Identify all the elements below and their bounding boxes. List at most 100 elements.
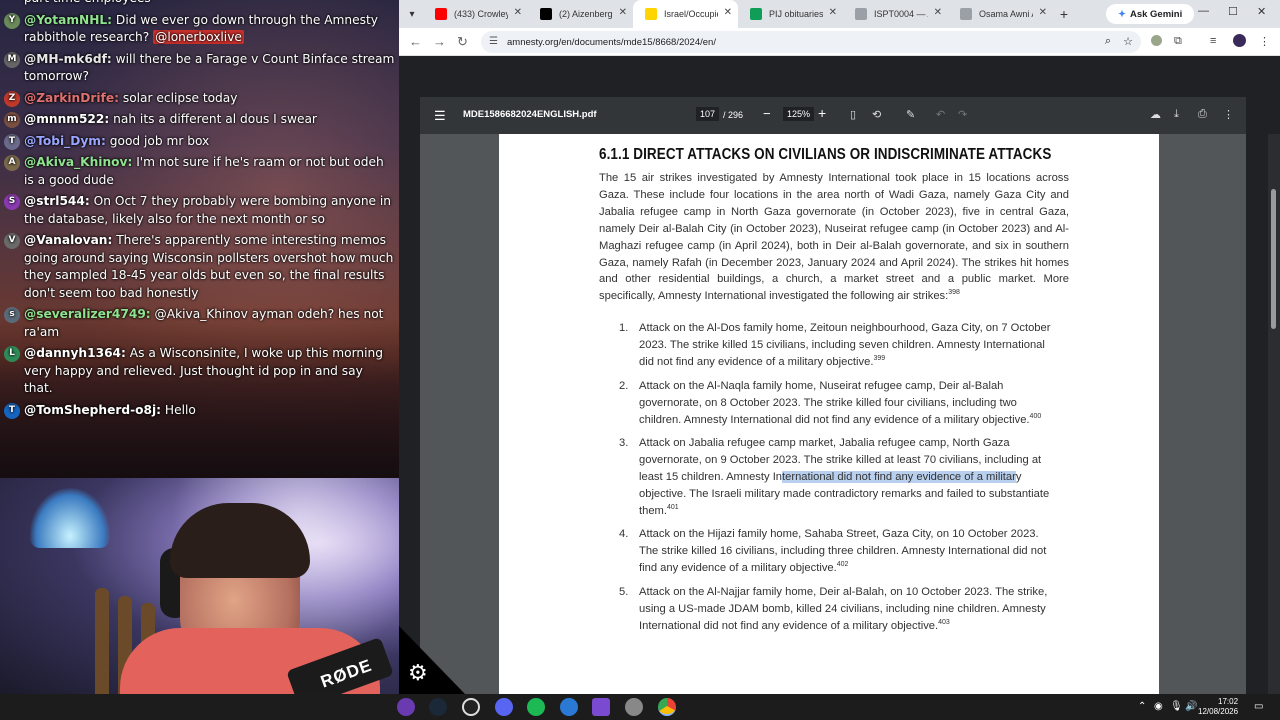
user-avatar: m bbox=[4, 112, 20, 128]
tabs-container: (433) Crowley b✕(2) Aizenberg o✕Israel/O… bbox=[423, 0, 1053, 28]
list-item: 1. Attack on the Al-Dos family home, Zeit… bbox=[619, 320, 1059, 371]
zoom-out-icon[interactable]: − bbox=[763, 106, 771, 121]
tab-close-icon[interactable]: ✕ bbox=[1039, 7, 1047, 18]
zoom-in-icon[interactable]: + bbox=[818, 105, 826, 121]
gemini-icon: ✦ bbox=[1118, 8, 1126, 20]
minimize-icon[interactable]: — bbox=[1198, 5, 1209, 17]
new-tab-icon[interactable]: + bbox=[1053, 6, 1075, 22]
discord-icon[interactable] bbox=[495, 698, 513, 716]
bookmark-star-icon[interactable]: ☆ bbox=[1123, 35, 1133, 48]
print-icon[interactable]: ⎙ bbox=[1198, 108, 1207, 121]
browser-tab[interactable]: (433) Crowley b ✕ bbox=[423, 0, 528, 28]
pdf-page: 6.1.1 DIRECT ATTACKS ON CIVILIANS OR IND… bbox=[499, 134, 1159, 694]
extension-icon[interactable] bbox=[1151, 35, 1162, 46]
clock[interactable]: 17:02 12/08/2026 bbox=[1198, 697, 1238, 717]
tray-app-icon[interactable]: ◉ bbox=[1154, 701, 1163, 712]
stream-chat-panel: part time employeesY@YotamNHL: Did we ev… bbox=[0, 0, 399, 478]
chat-message: s @severalizer4749: @Akiva_Khinov ayman o… bbox=[4, 306, 395, 341]
tab-favicon-icon bbox=[435, 8, 447, 20]
list-item: 3. Attack on Jabalia refugee camp market,… bbox=[619, 435, 1059, 520]
app-icon[interactable] bbox=[625, 698, 643, 716]
tray-chevron-icon[interactable]: ⌃ bbox=[1138, 701, 1146, 712]
ask-gemini-button[interactable]: ✦ Ask Gemini bbox=[1106, 4, 1194, 24]
user-avatar: s bbox=[4, 307, 20, 323]
maximize-icon[interactable]: ☐ bbox=[1228, 5, 1238, 18]
user-avatar: S bbox=[4, 194, 20, 210]
microphone-icon[interactable]: 🎙 bbox=[1170, 701, 1183, 712]
zoom-icon[interactable]: ⌕ bbox=[1105, 35, 1111, 48]
tab-favicon-icon bbox=[960, 8, 972, 20]
annotate-icon[interactable]: ✎ bbox=[906, 108, 915, 121]
browser-tab[interactable]: Israel/Occupied ✕ bbox=[633, 0, 738, 28]
item-text: Attack on the Al-Naqla family home, Nuse… bbox=[639, 380, 1030, 426]
chat-username: @YotamNHL: bbox=[24, 12, 113, 27]
footnote-ref: 402 bbox=[836, 560, 849, 568]
undo-icon[interactable]: ↶ bbox=[936, 108, 945, 121]
drive-save-icon[interactable]: ☁ bbox=[1150, 108, 1161, 121]
user-avatar: Y bbox=[4, 12, 20, 29]
list-text: Attack on the Hijazi family home, Sahaba… bbox=[639, 526, 1059, 577]
back-icon[interactable]: ← bbox=[409, 34, 422, 49]
chat-username: @MH-mk6df: bbox=[24, 51, 112, 66]
chat-message: Z @ZarkinDrife: solar eclipse today bbox=[4, 90, 395, 108]
chat-message: Y @YotamNHL: Did we ever go down through … bbox=[4, 12, 395, 47]
list-item: 2. Attack on the Al-Naqla family home, Nu… bbox=[619, 378, 1059, 429]
more-menu-icon[interactable]: ⋮ bbox=[1259, 35, 1270, 48]
chat-text: good job mr box bbox=[105, 133, 210, 148]
pdf-canvas[interactable]: 6.1.1 DIRECT ATTACKS ON CIVILIANS OR IND… bbox=[420, 134, 1246, 694]
pdf-more-icon[interactable]: ⋮ bbox=[1223, 108, 1234, 121]
browser-toolbar: ← → ↻ ☰ amnesty.org/en/documents/mde15/8… bbox=[399, 28, 1280, 56]
site-info-icon[interactable]: ☰ bbox=[489, 36, 498, 47]
tab-close-icon[interactable]: ✕ bbox=[829, 7, 837, 18]
gear-icon[interactable]: ⚙ bbox=[408, 662, 430, 684]
chat-message: M @MH-mk6df: will there be a Farage v Cou… bbox=[4, 51, 395, 86]
tab-close-icon[interactable]: ✕ bbox=[724, 7, 732, 18]
chat-message: part time employees bbox=[4, 0, 395, 8]
spotify-icon[interactable] bbox=[527, 698, 545, 716]
tab-title: Osama Awni Ah bbox=[979, 9, 1033, 19]
tab-search-icon[interactable]: ▾ bbox=[401, 3, 423, 25]
chrome-icon[interactable] bbox=[658, 698, 676, 716]
item-text: Attack on the Al-Najjar family home, Dei… bbox=[639, 586, 1048, 632]
profile-avatar[interactable] bbox=[1233, 34, 1246, 47]
scrollbar[interactable] bbox=[1268, 134, 1280, 694]
tab-close-icon[interactable]: ✕ bbox=[934, 7, 942, 18]
list-number: 5. bbox=[619, 586, 629, 598]
browser-tab[interactable]: ISPT0004 — Air ✕ bbox=[843, 0, 948, 28]
notifications-icon[interactable]: ▭ bbox=[1254, 701, 1263, 712]
user-avatar: T bbox=[4, 133, 20, 150]
volume-icon[interactable]: 🔊 bbox=[1185, 701, 1197, 712]
fit-page-icon[interactable]: ▯ bbox=[850, 108, 856, 121]
tab-title: ISPT0004 — Air bbox=[874, 9, 928, 19]
intro-paragraph: The 15 air strikes investigated by Amnes… bbox=[599, 172, 1069, 303]
forward-icon[interactable]: → bbox=[433, 34, 446, 49]
app-icon[interactable] bbox=[592, 698, 610, 716]
chat-username: @Tobi_Dym: bbox=[24, 133, 106, 148]
sidebar-menu-icon[interactable]: ☰ bbox=[434, 108, 446, 124]
redo-icon[interactable]: ↷ bbox=[958, 108, 967, 121]
browser-tab[interactable]: PIJ obituaries p ✕ bbox=[738, 0, 843, 28]
close-window-icon[interactable]: ✕ bbox=[1257, 5, 1266, 18]
address-bar[interactable]: ☰ amnesty.org/en/documents/mde15/8668/20… bbox=[481, 31, 1141, 53]
chat-message: A @Akiva_Khinov: I'm not sure if he's raa… bbox=[4, 154, 395, 189]
extensions-puzzle-icon[interactable]: ⧉ bbox=[1174, 35, 1182, 48]
tab-close-icon[interactable]: ✕ bbox=[514, 7, 522, 18]
page-number-input[interactable]: 107 bbox=[696, 107, 720, 121]
obs-icon[interactable] bbox=[462, 698, 480, 716]
reading-list-icon[interactable]: ≡ bbox=[1210, 35, 1216, 47]
app-icon[interactable] bbox=[560, 698, 578, 716]
user-avatar: A bbox=[4, 155, 20, 171]
rotate-icon[interactable]: ⟲ bbox=[872, 108, 881, 121]
reload-icon[interactable]: ↻ bbox=[457, 34, 468, 50]
steam-icon[interactable] bbox=[429, 698, 447, 716]
browser-tab[interactable]: Osama Awni Ah ✕ bbox=[948, 0, 1053, 28]
list-number: 3. bbox=[619, 437, 629, 449]
browser-tab[interactable]: (2) Aizenberg o ✕ bbox=[528, 0, 633, 28]
proton-vpn-icon[interactable] bbox=[397, 698, 415, 716]
chat-message: T @Tobi_Dym: good job mr box bbox=[4, 133, 395, 151]
zoom-level-input[interactable]: 125% bbox=[783, 107, 815, 121]
tab-close-icon[interactable]: ✕ bbox=[619, 7, 627, 18]
download-icon[interactable]: ⤓ bbox=[1174, 108, 1179, 121]
tab-title: (2) Aizenberg o bbox=[559, 9, 613, 19]
scrollbar-thumb[interactable] bbox=[1271, 189, 1276, 329]
